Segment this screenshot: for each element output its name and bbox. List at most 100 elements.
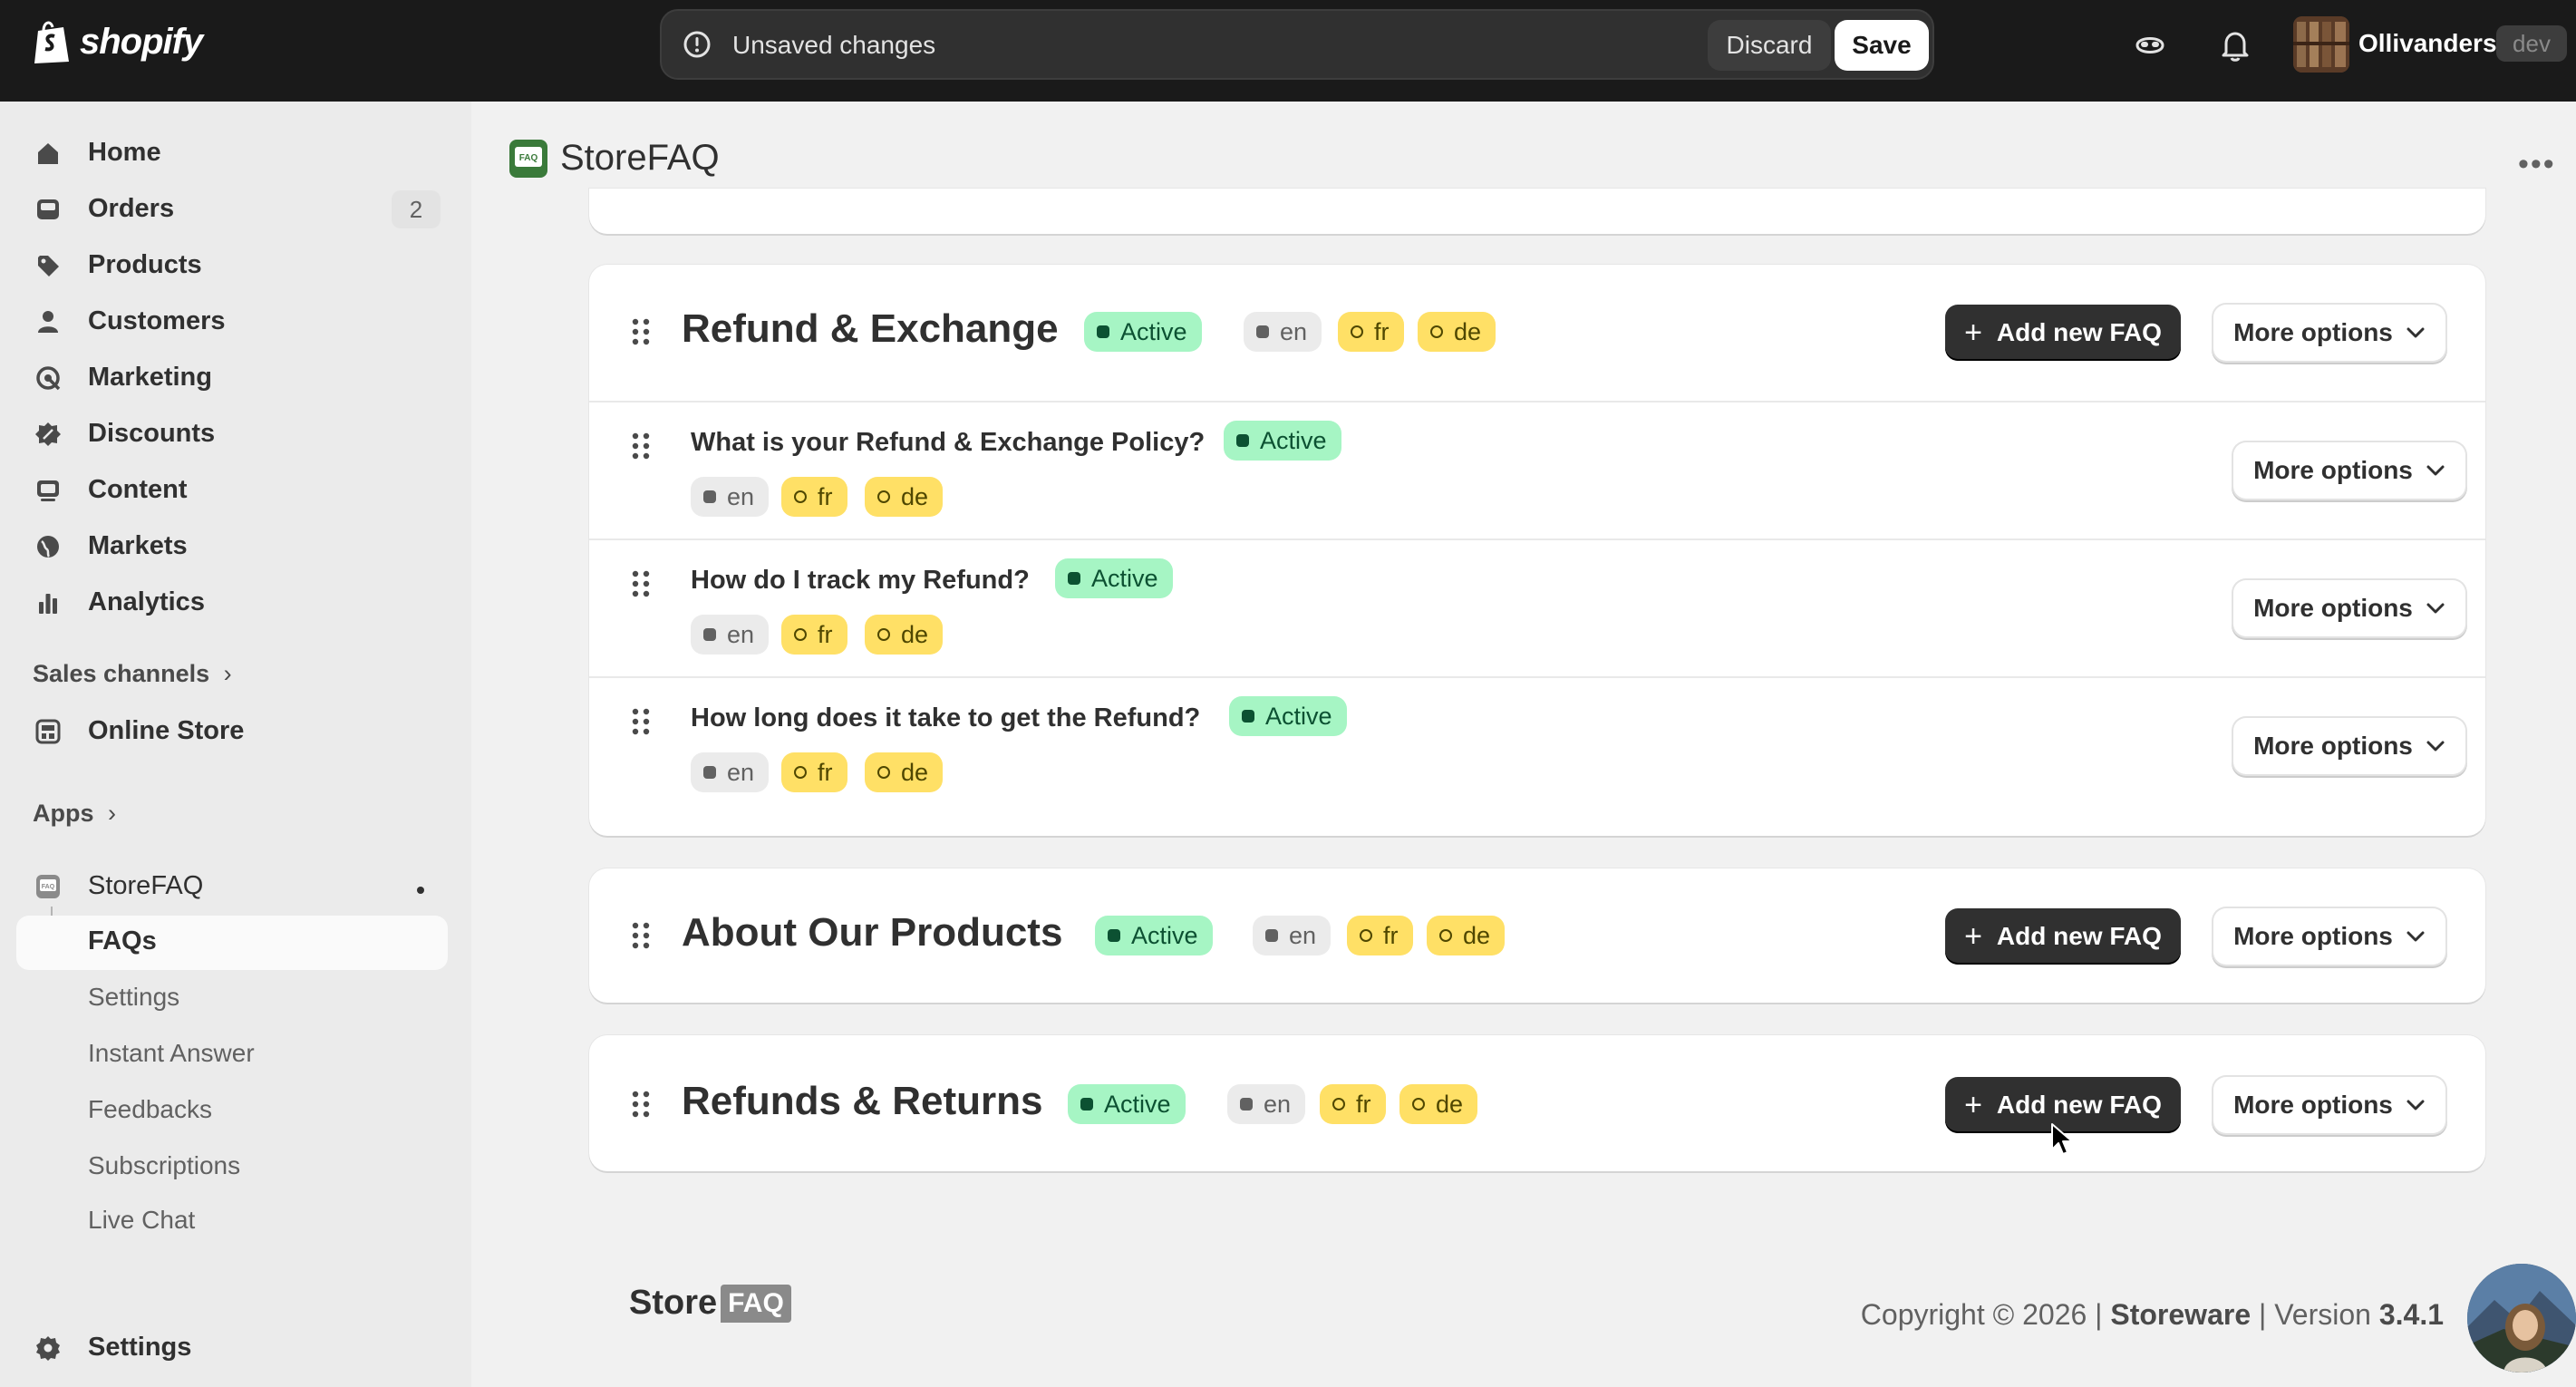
faq-question[interactable]: What is your Refund & Exchange Policy? [691, 428, 1205, 458]
language-label: fr [818, 482, 833, 510]
sidebar-item-content[interactable]: Content [0, 464, 471, 515]
language-badge-en[interactable]: en [1244, 312, 1322, 352]
more-actions-icon[interactable]: ••• [2518, 147, 2556, 182]
sidebar-item-instant-answer[interactable]: Instant Answer [0, 1028, 471, 1079]
language-badge-fr[interactable]: fr [781, 615, 847, 655]
empty-circle-icon [877, 490, 890, 503]
sidebar-item-live-chat[interactable]: Live Chat [0, 1195, 471, 1246]
language-badge-fr[interactable]: fr [1347, 916, 1413, 955]
empty-circle-icon [1351, 325, 1363, 338]
store-name[interactable]: Ollivanders [2358, 29, 2497, 58]
language-badge-de[interactable]: de [1427, 916, 1506, 955]
company-link[interactable]: Storeware [2110, 1298, 2251, 1331]
language-badge-en[interactable]: en [691, 615, 770, 655]
sidebar-item-marketing[interactable]: Marketing [0, 352, 471, 403]
more-options-button[interactable]: More options [2233, 580, 2465, 636]
language-label: de [901, 758, 929, 786]
sidebar-item-discounts[interactable]: Discounts [0, 408, 471, 459]
sidebar-item-settings[interactable]: Settings [0, 1322, 471, 1372]
tag-icon [38, 256, 59, 276]
language-label: de [1454, 317, 1482, 345]
drag-handle-icon[interactable] [631, 432, 651, 461]
sidebar-item-orders[interactable]: Orders 2 [0, 183, 471, 234]
chevron-down-icon [2426, 741, 2445, 752]
add-new-faq-button[interactable]: + Add new FAQ [1945, 305, 2181, 361]
status-badge: Active [1095, 916, 1213, 955]
empty-circle-icon [1439, 929, 1452, 942]
save-button[interactable]: Save [1835, 20, 1929, 71]
language-badge-de[interactable]: de [865, 752, 944, 792]
faq-question[interactable]: How do I track my Refund? [691, 566, 1030, 596]
sidebar-item-label: Marketing [88, 362, 212, 392]
status-label: Active [1104, 1090, 1171, 1118]
live-chat-avatar[interactable] [2467, 1264, 2576, 1372]
drag-handle-icon[interactable] [631, 1090, 651, 1119]
sidebar-item-feedbacks[interactable]: Feedbacks [0, 1084, 471, 1135]
plus-icon: + [1964, 315, 1982, 350]
sidekick-icon[interactable] [2132, 27, 2168, 63]
drag-handle-icon[interactable] [631, 707, 651, 736]
language-badge-en[interactable]: en [691, 752, 770, 792]
language-badge-en[interactable]: en [1253, 916, 1332, 955]
add-new-faq-button[interactable]: + Add new FAQ [1945, 908, 2181, 965]
bell-icon[interactable] [2217, 27, 2253, 63]
store-avatar[interactable] [2293, 16, 2349, 73]
storefaq-logo-icon: FAQ [509, 139, 547, 178]
sidebar-item-label: FAQs [88, 926, 157, 955]
language-badge-en[interactable]: en [691, 477, 770, 517]
filled-dot-icon [1265, 929, 1278, 942]
sidebar-item-customers[interactable]: Customers [0, 296, 471, 346]
button-label: More options [2233, 318, 2393, 346]
more-options-button[interactable]: More options [2213, 1077, 2445, 1133]
filled-dot-icon [1240, 1098, 1253, 1111]
unsaved-changes-bar: Unsaved changes Discard Save [660, 9, 1934, 80]
language-badge-fr[interactable]: fr [781, 752, 847, 792]
drag-handle-icon[interactable] [631, 317, 651, 346]
sidebar-item-products[interactable]: Products [0, 239, 471, 290]
sidebar-item-analytics[interactable]: Analytics [0, 577, 471, 627]
more-options-button[interactable]: More options [2233, 442, 2465, 499]
button-label: Add new FAQ [1996, 922, 2162, 950]
sidebar-item-home[interactable]: Home [0, 127, 471, 178]
sidebar-item-settings-sub[interactable]: Settings [0, 972, 471, 1023]
divider [589, 676, 2485, 678]
discard-button[interactable]: Discard [1708, 20, 1831, 71]
drag-handle-icon[interactable] [631, 569, 651, 598]
divider [589, 538, 2485, 540]
more-options-button[interactable]: More options [2213, 305, 2445, 361]
status-badge: Active [1224, 421, 1341, 461]
language-badge-fr[interactable]: fr [1320, 1084, 1386, 1124]
status-label: Active [1265, 702, 1332, 730]
more-options-button[interactable]: More options [2213, 908, 2445, 965]
language-badge-fr[interactable]: fr [781, 477, 847, 517]
store-photo [2293, 16, 2349, 73]
sidebar-item-label: Products [88, 249, 202, 279]
sidebar-item-label: Orders [88, 193, 175, 223]
sidebar-item-faqs[interactable]: FAQs [0, 916, 471, 966]
sidebar-item-storefaq[interactable]: FAQ StoreFAQ [0, 860, 471, 911]
filled-dot-icon [1256, 325, 1269, 338]
sidebar-item-subscriptions[interactable]: Subscriptions [0, 1140, 471, 1191]
plus-icon: + [1964, 918, 1982, 954]
empty-circle-icon [1430, 325, 1443, 338]
sales-channels-heading[interactable]: Sales channels › [33, 660, 232, 688]
language-badge-de[interactable]: de [865, 615, 944, 655]
sidebar-item-markets[interactable]: Markets [0, 520, 471, 571]
svg-text:FAQ: FAQ [42, 884, 55, 890]
language-badge-de[interactable]: de [1418, 312, 1496, 352]
apps-heading[interactable]: Apps › [33, 800, 116, 828]
sidebar-item-label: Live Chat [88, 1206, 196, 1234]
status-label: Active [1260, 426, 1327, 454]
sidebar-item-label: Online Store [88, 715, 245, 745]
language-badge-de[interactable]: de [865, 477, 944, 517]
sidebar-item-online-store[interactable]: Online Store [0, 705, 471, 756]
drag-handle-icon[interactable] [631, 921, 651, 950]
language-badge-fr[interactable]: fr [1338, 312, 1404, 352]
language-label: de [1436, 1090, 1464, 1118]
faq-question[interactable]: How long does it take to get the Refund? [691, 703, 1200, 733]
language-badge-de[interactable]: de [1399, 1084, 1478, 1124]
svg-text:FAQ: FAQ [519, 153, 538, 163]
shopify-logo[interactable]: shopify [31, 18, 203, 65]
more-options-button[interactable]: More options [2233, 718, 2465, 774]
language-badge-en[interactable]: en [1227, 1084, 1306, 1124]
